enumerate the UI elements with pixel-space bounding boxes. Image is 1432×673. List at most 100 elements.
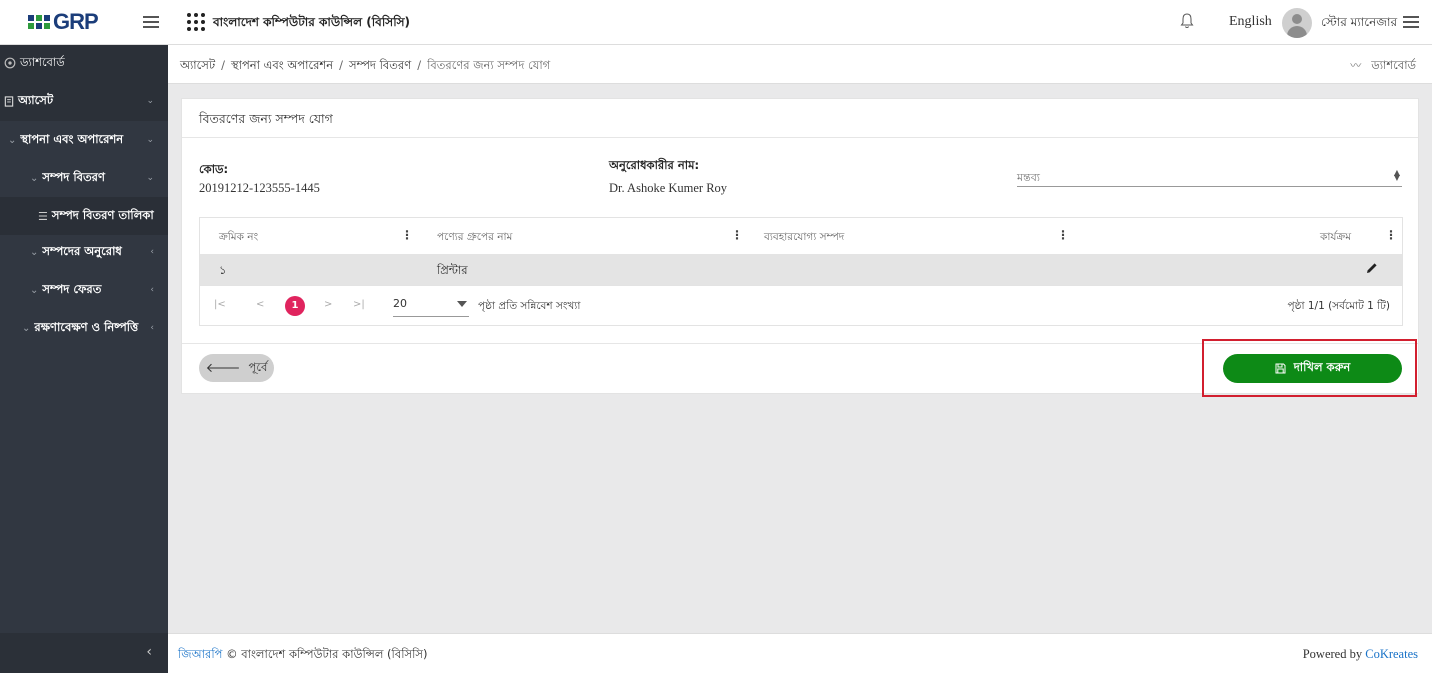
page-size-value: 20: [393, 297, 407, 310]
column-menu-icon[interactable]: ⋮: [401, 228, 413, 242]
page-size-select[interactable]: 20: [393, 293, 469, 317]
column-header-usable[interactable]: ব্যবহারযোগ্য সম্পদ: [764, 230, 844, 247]
remark-placeholder: মন্তব্য: [1017, 171, 1041, 184]
back-button[interactable]: 🡐 পূর্বে: [199, 354, 274, 382]
table-header: ক্রমিক নং ⋮ পণ্যের গ্রুপের নাম ⋮ ব্যবহার…: [200, 218, 1402, 254]
sidebar-item-label: ড্যাশবোর্ড: [20, 54, 65, 69]
column-menu-icon[interactable]: ⋮: [1385, 228, 1397, 242]
user-avatar[interactable]: [1282, 8, 1312, 38]
app-grid-icon[interactable]: [187, 13, 205, 31]
trend-icon: 〰: [1350, 59, 1362, 72]
powered-by-text: Powered by: [1302, 647, 1366, 661]
sidebar-item-asset[interactable]: অ্যাসেট ⌄: [0, 81, 168, 121]
breadcrumb-asset[interactable]: অ্যাসেট: [180, 58, 215, 72]
code-value: 20191212-123555-1445: [199, 181, 320, 195]
sidebar-item-label: সম্পদের অনুরোধ: [42, 243, 122, 258]
grp-logo[interactable]: GRP: [28, 8, 99, 36]
dashboard-link-label: ড্যাশবোর্ড: [1371, 58, 1416, 72]
sidebar-item-label: সম্পদ বিতরণ: [42, 169, 105, 184]
dashboard-icon: [4, 57, 16, 69]
first-page-button[interactable]: |<: [214, 299, 226, 310]
sidebar-item-label: অ্যাসেট: [18, 92, 54, 107]
column-header-group[interactable]: পণ্যের গ্রুপের নাম: [437, 230, 512, 247]
sidebar-item-dashboard[interactable]: ড্যাশবোর্ড: [0, 45, 168, 81]
collapse-sidebar-icon[interactable]: ‹: [146, 644, 152, 660]
sidebar-item-asset-request[interactable]: ⌄ সম্পদের অনুরোধ ‹: [0, 233, 168, 271]
breadcrumb-distribution[interactable]: সম্পদ বিতরণ: [349, 58, 411, 72]
divider: [182, 137, 1418, 138]
chevron-down-icon: ⌄: [22, 322, 31, 334]
card-title: বিতরণের জন্য সম্পদ যোগ: [199, 111, 333, 126]
divider: [182, 343, 1418, 344]
chevron-left-icon: ‹: [150, 247, 154, 257]
sidebar-footer: ‹: [0, 633, 168, 673]
logo-text: GRP: [53, 9, 99, 34]
column-header-action[interactable]: কার্যক্রম: [1320, 230, 1351, 247]
column-header-serial[interactable]: ক্রমিক নং: [219, 230, 258, 247]
footer-copyright-text: © বাংলাদেশ কম্পিউটার কাউন্সিল (বিসিসি): [222, 647, 428, 661]
pagination: |< < 1 > >| 20 পৃষ্ঠা প্রতি সন্নিবেশ সংখ…: [200, 285, 1402, 327]
next-page-button[interactable]: >: [324, 299, 332, 310]
footer-copyright: জিআরপি © বাংলাদেশ কম্পিউটার কাউন্সিল (বি…: [178, 646, 427, 665]
chevron-down-icon: ⌄: [30, 284, 39, 296]
chevron-down-icon: ⌄: [146, 135, 154, 145]
sidebar-item-label: স্থাপনা এবং অপারেশন: [20, 131, 124, 146]
page-info: পৃষ্ঠা 1/1 (সর্বমোট 1 টি): [1287, 300, 1390, 312]
code-label: কোড:: [199, 162, 229, 176]
requester-value: Dr. Ashoke Kumer Roy: [609, 181, 728, 195]
prev-page-button[interactable]: <: [256, 299, 264, 310]
column-menu-icon[interactable]: ⋮: [1057, 228, 1069, 242]
sidebar-toggle-menu-icon[interactable]: [143, 16, 159, 28]
sidebar-item-label: সম্পদ বিতরণ তালিকা: [51, 207, 154, 222]
bell-icon[interactable]: [1180, 12, 1194, 30]
sidebar-item-installation-operation[interactable]: ⌄ স্থাপনা এবং অপারেশন ⌄: [0, 121, 168, 159]
sort-updown-icon[interactable]: ▲ ▼: [1394, 169, 1400, 182]
footer: জিআরপি © বাংলাদেশ কম্পিউটার কাউন্সিল (বি…: [168, 633, 1432, 673]
column-menu-icon[interactable]: ⋮: [731, 228, 743, 242]
breadcrumb-current: বিতরণের জন্য সম্পদ যোগ: [427, 58, 551, 72]
sidebar-item-distribution-list[interactable]: ☰ সম্পদ বিতরণ তালিকা: [0, 197, 168, 235]
sidebar-item-maintenance-disposal[interactable]: ⌄ রক্ষণাবেক্ষণ ও নিষ্পত্তি ‹: [0, 309, 168, 347]
table-row[interactable]: ১ প্রিন্টার: [200, 254, 1402, 285]
footer-brand-link[interactable]: জিআরপি: [178, 647, 222, 661]
sidebar-item-asset-return[interactable]: ⌄ সম্পদ ফেরত ‹: [0, 271, 168, 309]
vendor-link[interactable]: CoKreates: [1365, 647, 1418, 661]
chevron-down-icon: ⌄: [30, 246, 39, 258]
dashboard-link[interactable]: 〰 ড্যাশবোর্ড: [1350, 57, 1416, 76]
caret-down-icon: [457, 301, 467, 307]
sidebar-item-label: সম্পদ ফেরত: [42, 281, 102, 296]
arrow-left-icon: 🡐: [205, 361, 241, 376]
current-page-button[interactable]: 1: [285, 296, 305, 316]
organization-title: বাংলাদেশ কম্পিউটার কাউন্সিল (বিসিসি): [213, 15, 411, 29]
page-size-label: পৃষ্ঠা প্রতি সন্নিবেশ সংখ্যা: [478, 300, 581, 312]
chevron-left-icon: ‹: [150, 285, 154, 295]
sidebar-item-label: রক্ষণাবেক্ষণ ও নিষ্পত্তি: [34, 319, 139, 334]
remark-field[interactable]: মন্তব্য ▲ ▼: [1017, 165, 1402, 187]
breadcrumb: অ্যাসেট / স্থাপনা এবং অপারেশন / সম্পদ বিতরণ /…: [180, 58, 551, 72]
chevron-left-icon: ‹: [150, 323, 154, 333]
asset-icon: [4, 95, 14, 107]
sidebar-item-asset-distribution[interactable]: ⌄ সম্পদ বিতরণ ⌄: [0, 159, 168, 197]
top-header: GRP বাংলাদেশ কম্পিউটার কাউন্সিল (বিসিসি)…: [0, 0, 1432, 45]
user-name[interactable]: স্টোর ম্যানেজার: [1321, 14, 1397, 34]
asset-table: ক্রমিক নং ⋮ পণ্যের গ্রুপের নাম ⋮ ব্যবহার…: [199, 217, 1403, 326]
submit-button-label: দাখিল করুন: [1293, 360, 1351, 374]
chevron-down-icon: ⌄: [30, 172, 39, 184]
back-button-label: পূর্বে: [248, 359, 268, 374]
submit-button[interactable]: দাখিল করুন: [1223, 354, 1402, 383]
chevron-down-icon: ⌄: [146, 96, 154, 106]
user-menu-icon[interactable]: [1403, 16, 1419, 28]
footer-powered-by: Powered by CoKreates: [1303, 647, 1418, 662]
save-icon: [1275, 363, 1286, 374]
list-icon: ☰: [38, 209, 48, 223]
chevron-down-icon: ⌄: [146, 173, 154, 183]
requester-label: অনুরোধকারীর নাম:: [609, 158, 700, 172]
language-switch[interactable]: English: [1229, 14, 1272, 30]
last-page-button[interactable]: >|: [353, 299, 365, 310]
breadcrumb-bar: অ্যাসেট / স্থাপনা এবং অপারেশন / সম্পদ বিতরণ /…: [168, 45, 1432, 84]
edit-pencil-icon[interactable]: [1366, 262, 1378, 274]
cell-serial: ১: [219, 263, 227, 277]
breadcrumb-installation[interactable]: স্থাপনা এবং অপারেশন: [231, 58, 333, 72]
sidebar: ড্যাশবোর্ড অ্যাসেট ⌄ ⌄ স্থাপনা এবং অপারে…: [0, 45, 168, 673]
logo-mark-icon: [28, 15, 50, 29]
